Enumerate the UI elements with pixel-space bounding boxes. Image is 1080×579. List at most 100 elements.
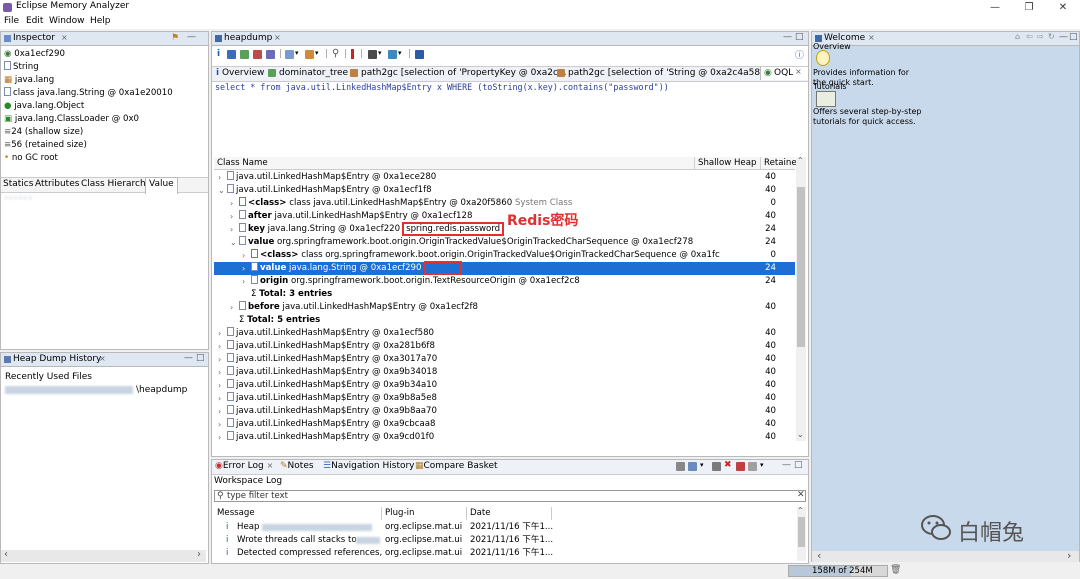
inspector-item[interactable]: ≡56 (retained size) (4, 139, 87, 152)
tab-navigation-history[interactable]: ☰Navigation History (323, 461, 415, 471)
col-retained[interactable]: Retaine (761, 157, 797, 169)
back-icon[interactable]: ⇦ (1026, 32, 1033, 41)
log-scrollbar[interactable]: ⌃ (797, 506, 806, 561)
log-row[interactable]: i Detected compressed references, I org.… (214, 547, 796, 560)
open-log-icon[interactable] (736, 462, 745, 471)
heap-dump-history-tab[interactable]: Heap Dump History × — □ (1, 353, 208, 367)
chevron-down-icon[interactable]: ▾ (378, 49, 382, 57)
chevron-down-icon[interactable]: ▾ (760, 461, 764, 469)
result-row[interactable]: › key java.lang.String @ 0xa1ecf220 spring… (214, 222, 795, 236)
result-row[interactable]: Σ Total: 3 entries (214, 288, 795, 301)
expand-icon[interactable]: › (218, 431, 221, 443)
minimize-view-icon[interactable]: — (1059, 32, 1068, 42)
info-icon[interactable]: i (217, 49, 220, 59)
maximize-button[interactable]: ❐ (1012, 0, 1046, 15)
chevron-down-icon[interactable]: ▾ (700, 461, 704, 469)
inspector-item[interactable]: • no GC root (4, 152, 58, 165)
tab-notes[interactable]: ✎Notes (280, 461, 314, 471)
result-row[interactable]: › java.util.LinkedHashMap$Entry @ 0xa9b8a… (214, 392, 795, 405)
collapse-icon[interactable]: ⌄ (230, 236, 237, 249)
inspector-item[interactable]: String (4, 61, 39, 74)
delete-log-icon[interactable]: ✖ (724, 460, 732, 470)
scroll-down-icon[interactable]: ⌄ (797, 430, 804, 439)
vertical-scrollbar[interactable]: ⌃ ⌄ (796, 156, 806, 441)
export-icon[interactable] (388, 50, 397, 59)
help-icon[interactable]: ⓘ (795, 48, 804, 61)
maximize-view-icon[interactable]: □ (1069, 32, 1078, 42)
inspector-item[interactable]: ● java.lang.Object (4, 100, 84, 113)
maximize-view-icon[interactable]: □ (196, 353, 205, 363)
tutorials-icon[interactable] (816, 91, 836, 107)
clear-log-icon[interactable] (712, 462, 721, 471)
tab-attributes[interactable]: Attributes (35, 179, 79, 189)
search-icon[interactable]: ⚲ (332, 48, 339, 59)
export-log-icon[interactable] (676, 462, 685, 471)
col-class-name[interactable]: Class Name (214, 157, 695, 169)
maximize-view-icon[interactable]: □ (795, 32, 804, 42)
maximize-view-icon[interactable]: □ (794, 460, 803, 470)
clear-filter-icon[interactable]: ✕ (797, 490, 805, 500)
chevron-down-icon[interactable]: ▾ (295, 49, 299, 57)
overview-title[interactable]: Overview (813, 42, 851, 51)
scrollbar-thumb[interactable] (798, 517, 805, 547)
stop-icon[interactable] (351, 49, 354, 59)
expand-icon[interactable]: › (230, 197, 233, 210)
minimize-view-icon[interactable]: — (783, 32, 792, 42)
close-tab-icon[interactable]: × (868, 33, 875, 42)
inspector-item[interactable]: ◉ 0xa1ecf290 (4, 48, 65, 61)
expand-icon[interactable]: › (218, 418, 221, 431)
close-tab-icon[interactable]: × (99, 354, 106, 363)
result-row[interactable]: › value java.lang.String @ 0xa1ecf290 ••••… (214, 261, 795, 275)
scroll-up-icon[interactable]: ⌃ (797, 506, 804, 515)
result-row[interactable]: › <class> class java.util.LinkedHashMap$E… (214, 197, 795, 210)
compare-icon[interactable] (415, 50, 424, 59)
expand-icon[interactable]: › (242, 275, 245, 288)
tab-oql[interactable]: ◉ OQL × (760, 67, 808, 80)
expand-icon[interactable]: › (230, 301, 233, 314)
result-row[interactable]: › java.util.LinkedHashMap$Entry @ 0xa1ece… (214, 171, 795, 184)
tab-overview[interactable]: i Overview (216, 68, 264, 78)
expand-icon[interactable]: › (218, 405, 221, 418)
memory-indicator[interactable]: 158M of 254M (788, 565, 888, 577)
expand-icon[interactable]: › (218, 366, 221, 379)
minimize-button[interactable]: — (978, 0, 1012, 15)
result-row[interactable]: Σ Total: 5 entries (214, 314, 795, 327)
tab-path2gc-2[interactable]: path2gc [selection of 'String @ 0xa2c4a5… (557, 68, 777, 78)
chevron-down-icon[interactable]: ▾ (398, 49, 402, 57)
histogram-icon[interactable] (227, 50, 236, 59)
collapse-icon[interactable]: ⌄ (218, 184, 225, 197)
dominator-icon[interactable] (240, 50, 249, 59)
col-plugin[interactable]: Plug-in (382, 507, 467, 520)
scroll-left-icon[interactable]: ‹ (4, 549, 8, 560)
inspector-item[interactable]: class java.lang.String @ 0xa1e20010 (4, 87, 173, 100)
result-row[interactable]: › <class> class org.springframework.boot.… (214, 249, 795, 262)
result-row[interactable]: › java.util.LinkedHashMap$Entry @ 0xa281b… (214, 340, 795, 353)
close-tab-icon[interactable]: × (274, 33, 281, 42)
result-row[interactable]: › java.util.LinkedHashMap$Entry @ 0xa9b34… (214, 366, 795, 379)
home-icon[interactable]: ⌂ (1015, 32, 1020, 41)
result-row[interactable]: ⌄ java.util.LinkedHashMap$Entry @ 0xa1ecf… (214, 184, 795, 197)
restore-log-icon[interactable] (748, 462, 757, 471)
horizontal-scrollbar[interactable]: ‹ › (1, 549, 206, 562)
tab-path2gc-1[interactable]: path2gc [selection of 'PropertyKey @ 0xa… (350, 68, 567, 78)
scroll-left-icon[interactable]: ‹ (817, 549, 821, 562)
result-row[interactable]: › java.util.LinkedHashMap$Entry @ 0xa9b34… (214, 379, 795, 392)
result-row[interactable]: › java.util.LinkedHashMap$Entry @ 0xa9cd0… (214, 431, 795, 443)
expand-icon[interactable]: › (218, 327, 221, 340)
thread-icon[interactable] (266, 50, 275, 59)
minimize-view-icon[interactable]: — (184, 353, 193, 363)
expand-icon[interactable]: › (242, 249, 245, 262)
col-message[interactable]: Message (214, 507, 382, 520)
tutorials-title[interactable]: Tutorials (813, 82, 847, 91)
tab-value[interactable]: Value (145, 177, 178, 194)
result-row[interactable]: ⌄ value org.springframework.boot.origin.O… (214, 236, 795, 249)
minimize-view-icon[interactable]: — (187, 32, 196, 42)
result-row[interactable]: › java.util.LinkedHashMap$Entry @ 0xa9b8a… (214, 405, 795, 418)
expand-icon[interactable]: › (218, 171, 221, 184)
garbage-collect-icon[interactable]: 🗑 (890, 565, 901, 575)
filter-input[interactable]: ⚲ type filter text ✕ (214, 490, 806, 502)
query-browser-icon[interactable] (285, 50, 294, 59)
group-icon[interactable] (305, 50, 314, 59)
inspector-item[interactable]: ≡24 (shallow size) (4, 126, 83, 139)
log-row[interactable]: i Heap org.eclipse.mat.ui 2021/11/16 下午1… (214, 521, 796, 534)
